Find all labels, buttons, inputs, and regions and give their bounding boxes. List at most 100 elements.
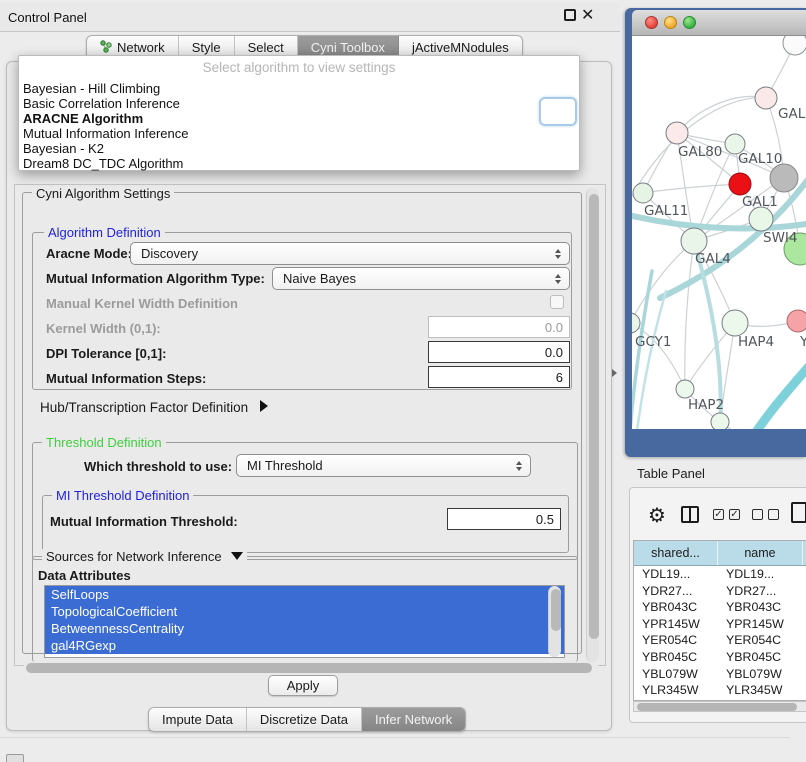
splitter-handle[interactable] — [612, 369, 617, 377]
minimized-panel-button[interactable] — [6, 754, 24, 762]
table-row[interactable]: YLR345WYLR345W9. — [634, 682, 806, 699]
table-row[interactable]: YER054CYER054C8. — [634, 632, 806, 649]
network-edge[interactable] — [643, 184, 740, 193]
attribute-item-topologicalcoefficient[interactable]: TopologicalCoefficient — [45, 603, 564, 620]
network-canvas[interactable]: GAL80GAL10GAL1GAL11SWI4GAL4GALGCY1HAP4YH… — [632, 36, 806, 429]
table-row[interactable]: YPR145WYPR145W9. — [634, 616, 806, 633]
aracne-mode-label: Aracne Mode: — [46, 246, 132, 261]
table-horizontal-scrollbar[interactable] — [633, 701, 806, 712]
columns-icon[interactable] — [681, 506, 699, 523]
tab-discretize-data[interactable]: Discretize Data — [247, 708, 362, 731]
zoom-traffic-light[interactable] — [683, 16, 696, 29]
tab-label: Cyni Toolbox — [311, 40, 385, 55]
network-node[interactable] — [729, 173, 751, 195]
network-node[interactable] — [632, 313, 640, 333]
table-cell: YPR145W — [718, 616, 803, 633]
table-cell: YBR045C — [634, 649, 718, 666]
export-file-icon[interactable] — [791, 502, 806, 523]
attribute-item-betweennesscentrality[interactable]: BetweennessCentrality — [45, 620, 564, 637]
network-node[interactable] — [770, 164, 798, 192]
algorithm-option-aracne-algorithm[interactable]: ARACNE Algorithm — [23, 112, 575, 127]
mi-type-select[interactable]: Naive Bayes — [272, 267, 570, 290]
hub-section-toggle[interactable]: Hub/Transcription Factor Definition — [40, 400, 268, 415]
attribute-item-selfloops[interactable]: SelfLoops — [45, 586, 564, 603]
network-edge[interactable] — [685, 241, 694, 389]
cyni-settings-title: Cyni Algorithm Settings — [32, 186, 174, 201]
table-row[interactable]: YBR043CYBR043C — [634, 599, 806, 616]
tab-label: Style — [192, 40, 221, 55]
table-cell: YDL19... — [634, 566, 718, 583]
table-row[interactable]: YBL079WYBL079W — [634, 666, 806, 683]
select-all-checkbox-icon[interactable]: ✓ — [729, 509, 740, 520]
table-cell: YBL079W — [634, 666, 718, 683]
table-row[interactable]: YDL19...YDL19...13 — [634, 566, 806, 583]
table-cell: YDR27... — [718, 583, 803, 600]
tab-infer-network[interactable]: Infer Network — [362, 708, 465, 731]
network-icon — [100, 40, 112, 56]
algorithm-definition-title: Algorithm Definition — [44, 225, 165, 240]
apply-button[interactable]: Apply — [268, 675, 338, 696]
network-window-titlebar[interactable] — [632, 10, 806, 36]
algorithm-option-bayesian-k2[interactable]: Bayesian - K2 — [23, 142, 575, 157]
float-window-icon[interactable] — [564, 9, 576, 21]
sources-toggle[interactable]: Sources for Network Inference — [42, 549, 247, 564]
close-traffic-light[interactable] — [645, 16, 658, 29]
node-label-gal10: GAL10 — [738, 151, 782, 167]
attribute-item-gal4rgexp[interactable]: gal4RGexp — [45, 637, 564, 654]
gear-icon[interactable]: ⚙ — [648, 503, 666, 528]
kernel-width-input[interactable]: 0.0 — [428, 316, 570, 338]
table-row[interactable]: YDR27...YDR27...12 — [634, 583, 806, 600]
manual-kernel-checkbox[interactable] — [550, 295, 564, 309]
table-body: YDL19...YDL19...13YDR27...YDR27...12YBR0… — [634, 566, 806, 701]
mi-steps-input[interactable]: 6 — [428, 366, 570, 388]
column-header-name[interactable]: name — [718, 541, 803, 565]
tab-label: Impute Data — [162, 712, 233, 727]
column-header-shared[interactable]: shared... — [634, 541, 718, 565]
which-threshold-value: MI Threshold — [247, 458, 323, 473]
network-node[interactable] — [711, 413, 729, 429]
settings-horizontal-scrollbar[interactable] — [24, 662, 598, 674]
deselect-all-checkbox-icon[interactable] — [768, 509, 779, 520]
table-cell: YPR145W — [634, 616, 718, 633]
select-all-checkbox-icon[interactable]: ✓ — [713, 509, 724, 520]
aracne-mode-select[interactable]: Discovery — [130, 242, 570, 265]
table-row[interactable]: YBR045CYBR045C9. — [634, 649, 806, 666]
network-edge[interactable] — [738, 356, 806, 429]
popup-focus-button[interactable] — [539, 97, 577, 126]
algorithm-option-bayesian-hill-climbing[interactable]: Bayesian - Hill Climbing — [23, 82, 575, 97]
network-node[interactable] — [755, 87, 777, 109]
spinner-arrows-icon — [555, 274, 561, 284]
settings-vertical-scrollbar[interactable] — [586, 188, 599, 662]
network-node[interactable] — [787, 310, 806, 332]
algorithm-option-dream8-dc-tdc-algorithm[interactable]: Dream8 DC_TDC Algorithm — [23, 157, 575, 172]
dpi-tolerance-input[interactable]: 0.0 — [428, 341, 570, 363]
network-edge[interactable] — [677, 96, 766, 133]
node-label-gal: GAL — [778, 106, 806, 122]
table-panel-title: Table Panel — [637, 466, 705, 481]
node-table[interactable]: shared...name YDL19...YDL19...13YDR27...… — [633, 540, 806, 701]
deselect-all-checkbox-icon[interactable] — [752, 509, 763, 520]
mi-type-value: Naive Bayes — [283, 271, 356, 286]
node-label-gal11: GAL11 — [644, 203, 688, 219]
minimize-traffic-light[interactable] — [664, 16, 677, 29]
algorithm-option-basic-correlation-inference[interactable]: Basic Correlation Inference — [23, 97, 575, 112]
mi-threshold-title: MI Threshold Definition — [52, 488, 193, 503]
data-attributes-list[interactable]: SelfLoopsTopologicalCoefficientBetweenne… — [44, 585, 565, 658]
attributes-scrollbar[interactable] — [548, 586, 561, 657]
which-threshold-select[interactable]: MI Threshold — [236, 454, 531, 477]
tab-impute-data[interactable]: Impute Data — [149, 708, 247, 731]
network-node[interactable] — [783, 36, 806, 55]
network-node[interactable] — [749, 207, 773, 231]
network-node[interactable] — [666, 122, 688, 144]
control-panel-titlebar — [0, 3, 620, 32]
close-icon[interactable]: ✕ — [581, 5, 594, 25]
node-label-gcy1: GCY1 — [635, 334, 672, 350]
algorithm-option-mutual-information-inference[interactable]: Mutual Information Inference — [23, 127, 575, 142]
mi-threshold-input[interactable]: 0.5 — [447, 508, 561, 530]
network-node[interactable] — [722, 310, 748, 336]
network-node[interactable] — [676, 380, 694, 398]
table-cell: YDL19... — [718, 566, 803, 583]
table-cell: YBR043C — [718, 599, 803, 616]
network-node[interactable] — [633, 183, 653, 203]
table-cell: YBR045C — [718, 649, 803, 666]
